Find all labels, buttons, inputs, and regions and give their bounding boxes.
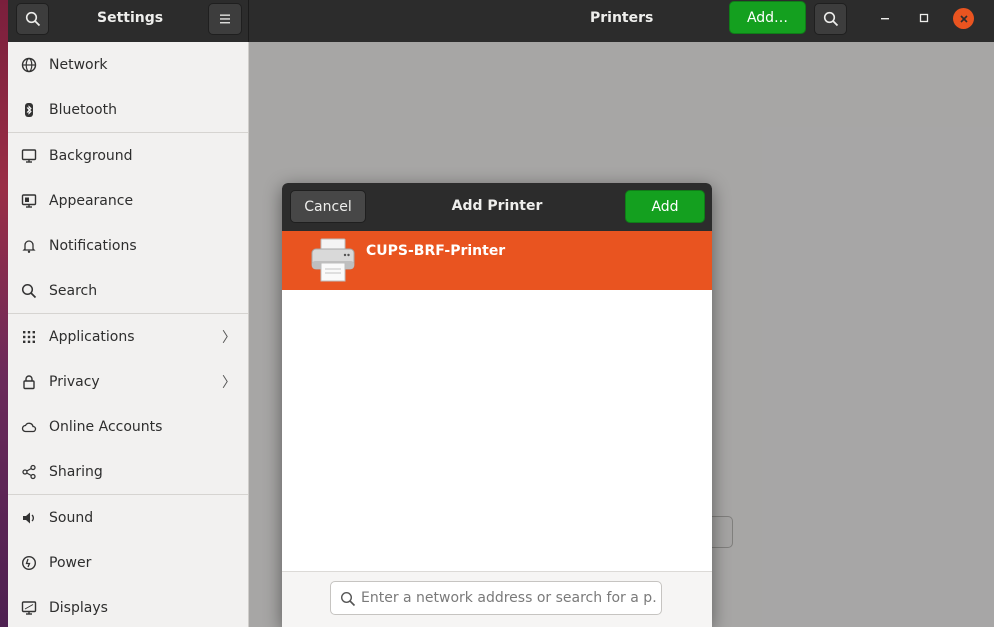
- sidebar-item-sound[interactable]: Sound: [8, 495, 248, 540]
- sidebar-item-displays[interactable]: Displays: [8, 585, 248, 627]
- chevron-right-icon: 〉: [222, 329, 236, 346]
- sidebar-item-power[interactable]: Power: [8, 540, 248, 585]
- bluetooth-icon: [20, 101, 38, 119]
- display-icon: [20, 599, 38, 617]
- minimize-icon: [881, 18, 889, 20]
- sidebar-item-label: Sharing: [49, 463, 103, 480]
- sidebar-item-sharing[interactable]: Sharing: [8, 449, 248, 494]
- sidebar-item-online-accounts[interactable]: Online Accounts: [8, 404, 248, 449]
- sidebar-item-label: Search: [49, 282, 98, 299]
- sidebar-item-label: Network: [49, 56, 108, 73]
- printer-name: CUPS-BRF-Printer: [366, 243, 506, 259]
- printer-search-button[interactable]: [814, 3, 847, 35]
- share-icon: [20, 463, 38, 481]
- search-icon: [823, 11, 838, 27]
- add-printer-dialog: Cancel Add Printer Add CUPS-BRF-Printer: [282, 183, 712, 627]
- maximize-icon: [919, 13, 929, 23]
- sidebar-item-label: Power: [49, 554, 92, 571]
- network-icon: [20, 56, 38, 74]
- sidebar-search-button[interactable]: [16, 3, 49, 35]
- maximize-button[interactable]: [915, 9, 933, 27]
- sidebar-item-appearance[interactable]: Appearance: [8, 178, 248, 223]
- sidebar-item-privacy[interactable]: Privacy 〉: [8, 359, 248, 404]
- page-title: Printers: [590, 10, 654, 26]
- dialog-header: Cancel Add Printer Add: [282, 183, 712, 231]
- cloud-icon: [20, 418, 38, 436]
- search-icon: [20, 282, 38, 300]
- sidebar-item-label: Displays: [49, 599, 108, 616]
- sidebar-item-notifications[interactable]: Notifications: [8, 223, 248, 268]
- header-divider: [248, 0, 249, 42]
- minimize-button[interactable]: [876, 9, 894, 27]
- sidebar: Network Bluetooth Background Appearance: [8, 42, 249, 627]
- chevron-right-icon: 〉: [222, 374, 236, 391]
- printer-list-empty-area: [282, 290, 712, 572]
- add-button[interactable]: Add: [625, 190, 705, 223]
- appearance-icon: [20, 192, 38, 210]
- sidebar-item-background[interactable]: Background: [8, 133, 248, 178]
- printer-icon: [311, 238, 355, 282]
- sidebar-item-label: Background: [49, 147, 133, 164]
- dialog-footer: [282, 571, 712, 627]
- background-icon: [20, 147, 38, 165]
- network-search-input[interactable]: [361, 584, 657, 612]
- printer-list-item[interactable]: CUPS-BRF-Printer: [282, 231, 712, 290]
- sidebar-item-network[interactable]: Network: [8, 42, 248, 87]
- sidebar-item-applications[interactable]: Applications 〉: [8, 314, 248, 359]
- sidebar-item-label: Notifications: [49, 237, 137, 254]
- add-printer-button[interactable]: Add…: [729, 1, 806, 34]
- header-bar: Settings Printers Add…: [8, 0, 994, 42]
- sidebar-item-label: Privacy: [49, 373, 100, 390]
- sidebar-item-label: Applications: [49, 328, 135, 345]
- sidebar-item-label: Sound: [49, 509, 94, 526]
- hamburger-icon: [220, 14, 230, 24]
- lock-icon: [20, 373, 38, 391]
- network-search-field[interactable]: [330, 581, 662, 615]
- speaker-icon: [20, 509, 38, 527]
- close-icon: [959, 14, 968, 23]
- power-icon: [20, 554, 38, 572]
- sidebar-item-search[interactable]: Search: [8, 268, 248, 313]
- main-menu-button[interactable]: [208, 3, 242, 35]
- sidebar-item-label: Bluetooth: [49, 101, 117, 118]
- sidebar-item-bluetooth[interactable]: Bluetooth: [8, 87, 248, 132]
- cancel-button[interactable]: Cancel: [290, 190, 366, 223]
- search-icon: [340, 591, 356, 607]
- search-icon: [25, 11, 40, 27]
- sidebar-item-label: Appearance: [49, 192, 134, 209]
- sidebar-title: Settings: [97, 10, 164, 26]
- sidebar-item-label: Online Accounts: [49, 418, 163, 435]
- close-button[interactable]: [953, 8, 974, 29]
- grid-icon: [20, 328, 38, 346]
- bell-icon: [20, 237, 38, 255]
